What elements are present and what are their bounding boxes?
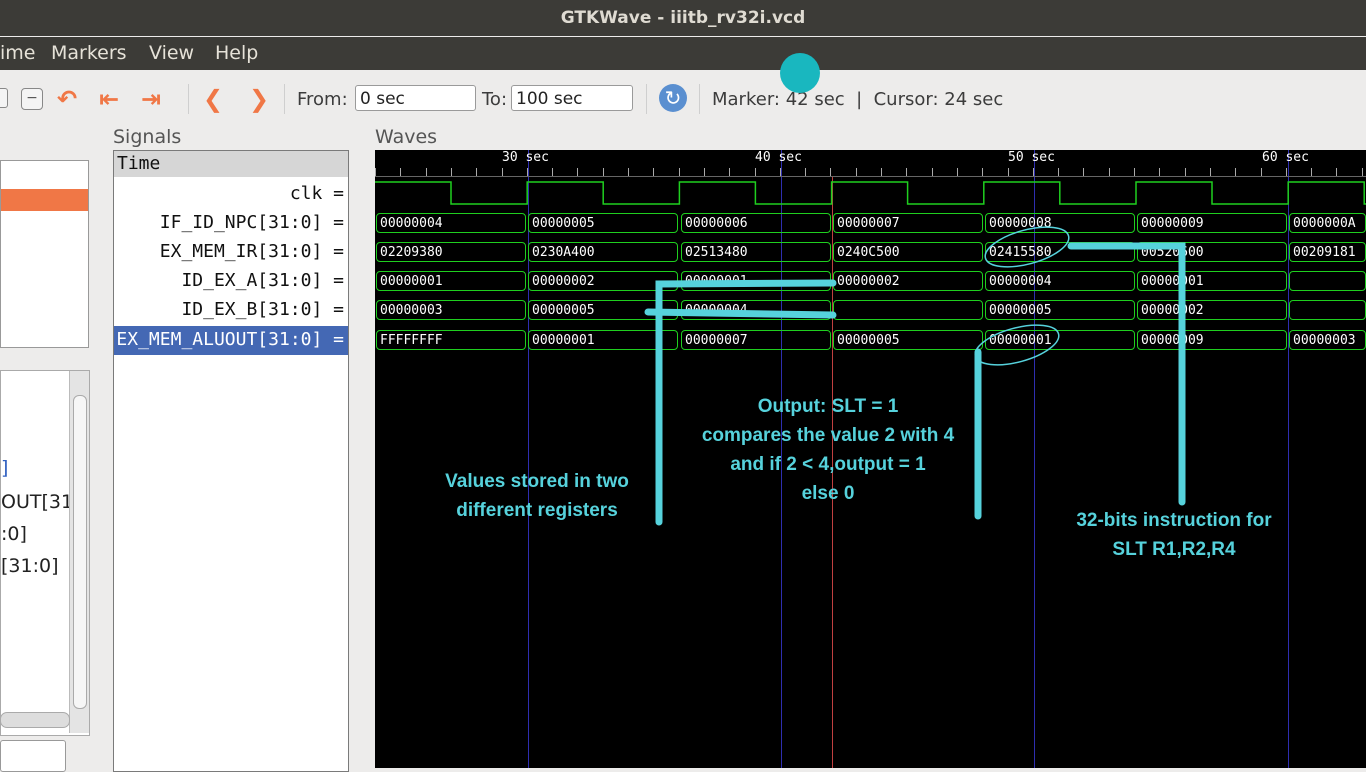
annotation-bracket — [644, 308, 837, 319]
annotation-bracket — [1067, 242, 1186, 506]
registers-annotation: Values stored in two different registers — [412, 467, 662, 525]
output-annotation: Output: SLT = 1 compares the value 2 wit… — [668, 392, 988, 508]
instruction-annotation: 32-bits instruction for SLT R1,R2,R4 — [1044, 506, 1304, 564]
annotation-line: SLT R1,R2,R4 — [1112, 539, 1236, 560]
annotation-ellipse — [984, 226, 1070, 268]
annotation-line: else 0 — [801, 483, 855, 504]
annotation-line: compares the value 2 with 4 — [701, 425, 955, 446]
annotation-overlay — [644, 226, 1186, 526]
annotation-line: Values stored in two — [445, 471, 629, 492]
annotation-line: different registers — [456, 500, 618, 521]
annotation-ellipse — [974, 324, 1060, 366]
annotation-line: and if 2 < 4,output = 1 — [730, 454, 926, 475]
annotation-line: 32-bits instruction for — [1076, 510, 1272, 531]
annotation-line: Output: SLT = 1 — [757, 396, 899, 417]
